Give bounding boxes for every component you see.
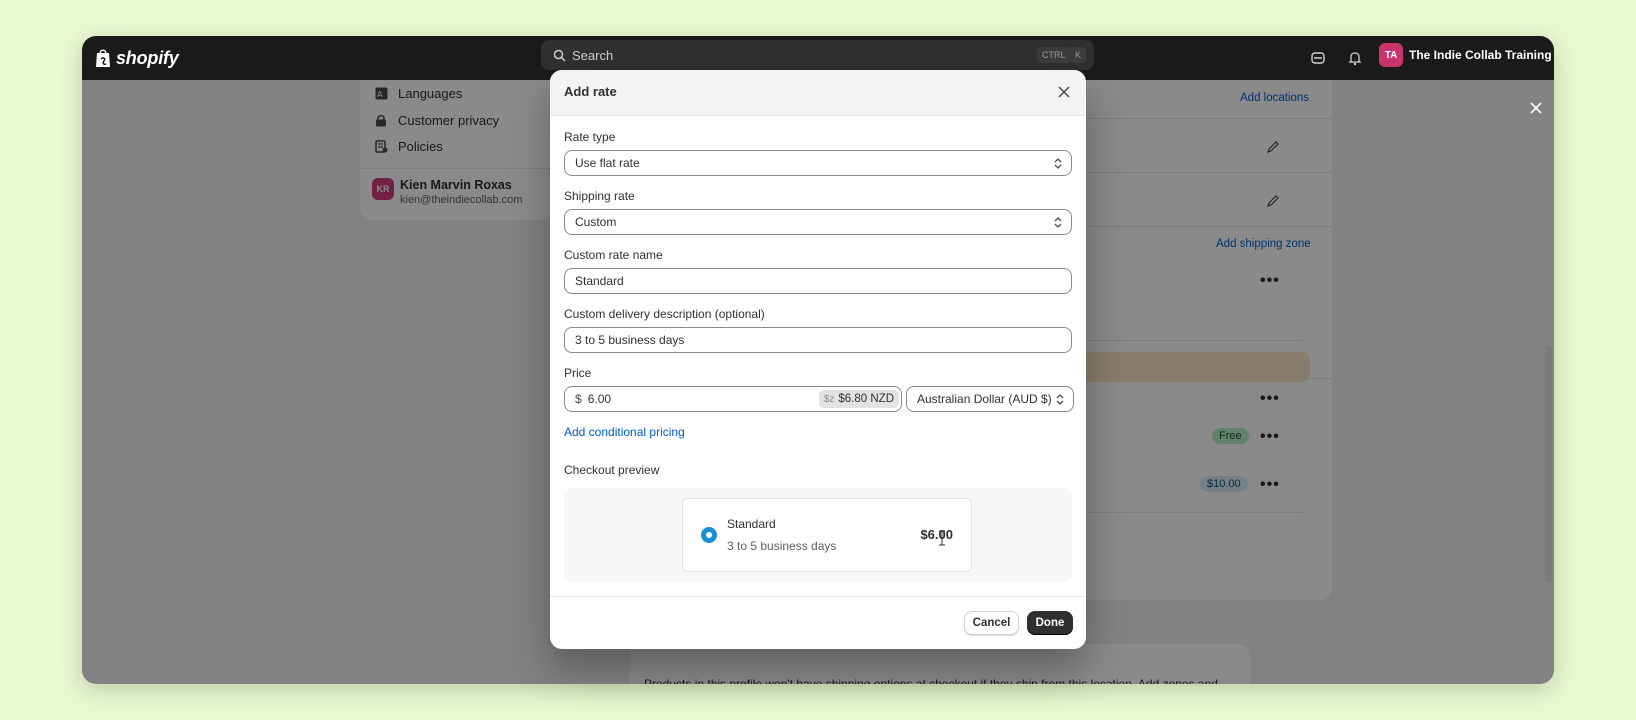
shipping-rate-select[interactable]: Custom — [564, 209, 1072, 235]
add-conditional-pricing-link[interactable]: Add conditional pricing — [564, 425, 685, 439]
preview-rate-description: 3 to 5 business days — [727, 539, 837, 553]
delivery-description-input[interactable]: 3 to 5 business days — [564, 327, 1072, 353]
currency-select[interactable]: Australian Dollar (AUD $) — [906, 386, 1074, 412]
shopify-logo[interactable]: shopify — [94, 44, 179, 72]
custom-rate-name-label: Custom rate name — [564, 248, 663, 262]
search-placeholder: Search — [572, 47, 614, 63]
shortcut-k: K — [1070, 47, 1087, 63]
custom-rate-name-input[interactable]: Standard — [564, 268, 1072, 294]
add-rate-modal: Add rate Rate type Use flat rate Shippin… — [550, 70, 1086, 649]
modal-header: Add rate — [550, 70, 1086, 116]
checkout-preview: Standard 3 to 5 business days $6.00 — [564, 488, 1072, 582]
close-icon[interactable] — [1052, 80, 1076, 104]
converted-currency-symbol: $z — [823, 393, 835, 405]
scrollbar[interactable] — [1546, 346, 1552, 582]
custom-rate-name-value: Standard — [575, 274, 624, 288]
text-cursor-icon — [939, 530, 945, 546]
sidekick-icon[interactable] — [1306, 46, 1330, 70]
cancel-button[interactable]: Cancel — [964, 611, 1019, 635]
delivery-description-label: Custom delivery description (optional) — [564, 307, 765, 321]
rate-type-label: Rate type — [564, 130, 616, 144]
select-caret-icon — [1054, 217, 1062, 228]
brand-name: shopify — [116, 47, 179, 68]
converted-price-badge: $z $6.80 NZD — [818, 390, 899, 408]
delivery-description-value: 3 to 5 business days — [575, 333, 685, 347]
select-caret-icon — [1054, 158, 1062, 169]
store-avatar[interactable]: TA — [1379, 43, 1403, 67]
converted-price: $6.80 NZD — [838, 393, 894, 405]
price-label: Price — [564, 366, 592, 380]
preview-rate-name: Standard — [727, 517, 776, 531]
close-icon[interactable] — [1522, 94, 1550, 122]
bell-icon[interactable] — [1343, 46, 1367, 70]
store-name[interactable]: The Indie Collab Training ... — [1409, 48, 1554, 62]
price-currency-symbol: $ — [575, 392, 582, 406]
rate-type-value: Use flat rate — [575, 156, 640, 170]
preview-rate-option: Standard 3 to 5 business days $6.00 — [682, 498, 972, 572]
checkout-preview-label: Checkout preview — [564, 463, 660, 477]
shortcut-ctrl: CTRL — [1037, 47, 1071, 63]
shipping-rate-label: Shipping rate — [564, 189, 635, 203]
price-value: 6.00 — [587, 392, 612, 406]
select-caret-icon — [1056, 394, 1064, 405]
radio-selected-icon — [701, 527, 717, 543]
price-input[interactable]: $ 6.00 $z $6.80 NZD — [564, 386, 902, 412]
currency-value: Australian Dollar (AUD $) — [917, 392, 1052, 406]
shipping-rate-value: Custom — [575, 215, 617, 229]
done-button[interactable]: Done — [1027, 611, 1073, 635]
rate-type-select[interactable]: Use flat rate — [564, 150, 1072, 176]
shopify-bag-icon — [96, 49, 110, 67]
search-icon — [553, 49, 566, 62]
search-bar[interactable]: Search CTRL K — [541, 40, 1094, 70]
modal-title: Add rate — [564, 84, 617, 99]
modal-footer: Cancel Done — [550, 596, 1086, 649]
